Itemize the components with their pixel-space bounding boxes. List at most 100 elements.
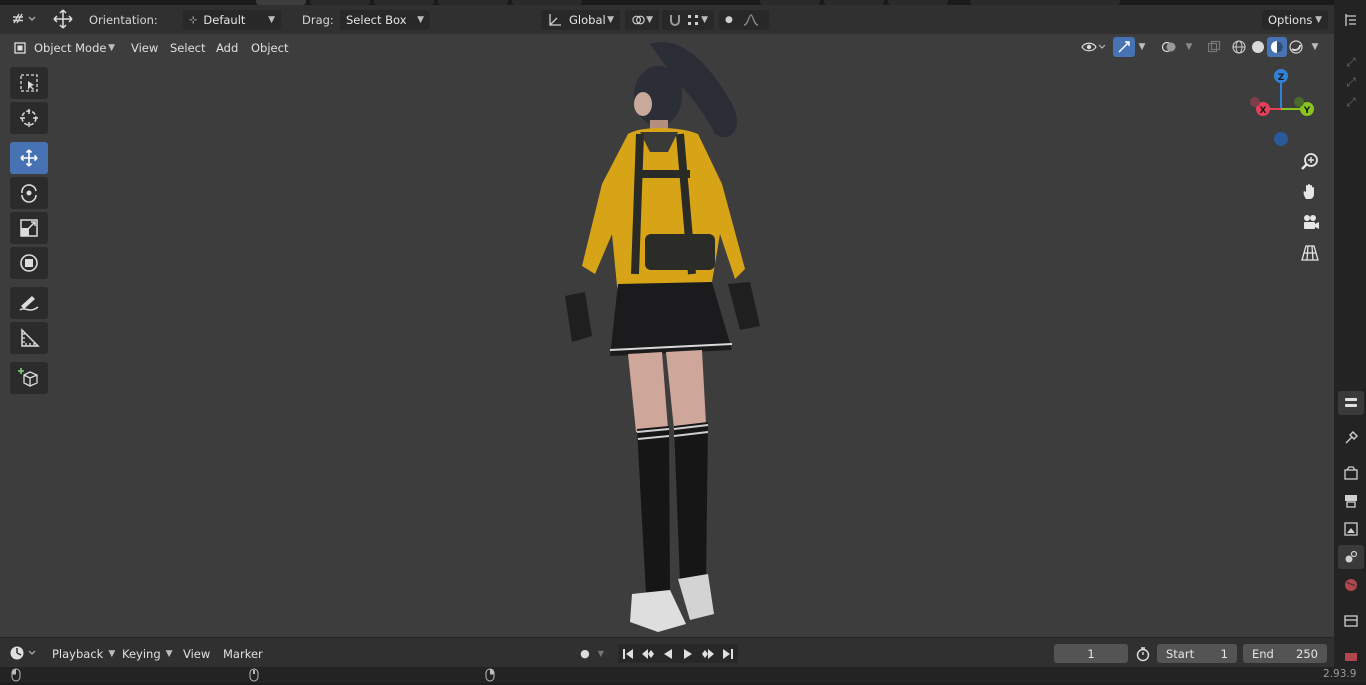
rotate-icon[interactable] xyxy=(10,177,48,209)
overlays-icon[interactable] xyxy=(1158,37,1180,57)
marker-menu[interactable]: Marker xyxy=(219,644,267,663)
properties-toggle-icon[interactable] xyxy=(1338,391,1364,415)
move-tool-icon[interactable] xyxy=(50,7,76,31)
global-axes-icon xyxy=(549,14,561,26)
pivot-icon xyxy=(632,15,645,25)
transform-space-value: Global xyxy=(569,13,606,27)
zoom-icon[interactable] xyxy=(1296,148,1324,176)
transform-orientation-dropdown[interactable]: Global ▼ xyxy=(541,10,620,30)
mouse-middle-icon xyxy=(249,668,259,685)
view-layer-properties-icon[interactable] xyxy=(1338,517,1364,541)
orientation-label: Orientation: xyxy=(89,13,158,27)
scene-properties-icon[interactable] xyxy=(1338,545,1364,569)
pan-hand-icon[interactable] xyxy=(1296,178,1324,206)
mouse-left-icon xyxy=(11,668,21,685)
tool-settings-header: Orientation: ⊹ Default ▼ Drag: Select Bo… xyxy=(0,5,1334,34)
world-properties-icon[interactable] xyxy=(1338,573,1364,597)
falloff-curve-icon xyxy=(743,14,759,26)
current-frame-field[interactable]: 1 xyxy=(1054,644,1128,663)
timeline-header: Playback ▼ Keying ▼ View Marker ● ▼ 1 St… xyxy=(0,637,1334,668)
chevron-down-icon: ▼ xyxy=(165,648,173,659)
chevron-down-icon[interactable]: ▼ xyxy=(1307,37,1323,57)
transform-icon[interactable] xyxy=(10,247,48,279)
pivot-point-dropdown[interactable]: ▼ xyxy=(625,10,659,30)
rendered-shading-icon[interactable] xyxy=(1286,37,1306,57)
jump-end-icon[interactable] xyxy=(718,644,738,663)
playback-menu[interactable]: Playback ▼ xyxy=(48,644,119,663)
proportional-editing-toggle[interactable]: ● xyxy=(719,10,769,30)
annotate-icon[interactable] xyxy=(10,287,48,319)
chevron-down-icon[interactable]: ▼ xyxy=(1135,37,1149,57)
chevron-down-icon: ▼ xyxy=(701,15,708,25)
cursor-icon[interactable] xyxy=(10,102,48,134)
pin-icon[interactable]: ⤢ xyxy=(1346,75,1356,90)
chevron-down-icon[interactable]: ▼ xyxy=(1182,37,1196,57)
gizmo-negative-z[interactable] xyxy=(1274,132,1288,146)
perspective-toggle-icon[interactable] xyxy=(1296,239,1324,267)
scale-icon[interactable] xyxy=(10,212,48,244)
snap-increment-icon xyxy=(688,15,698,25)
visibility-dropdown[interactable] xyxy=(1078,37,1108,57)
measure-icon[interactable] xyxy=(10,322,48,354)
character-model[interactable] xyxy=(540,34,780,637)
record-icon: ● xyxy=(580,647,590,660)
drag-dropdown[interactable]: Select Box ▼ xyxy=(340,10,430,30)
play-icon[interactable] xyxy=(678,644,698,663)
camera-view-icon[interactable] xyxy=(1296,208,1324,236)
texture-properties-icon[interactable] xyxy=(1338,650,1364,664)
render-properties-icon[interactable] xyxy=(1338,461,1364,485)
move-icon[interactable] xyxy=(10,142,48,174)
object-mode-label: Object Mode xyxy=(34,41,107,55)
status-bar: 2.93.9 xyxy=(0,667,1366,683)
timeline-view-menu[interactable]: View xyxy=(179,644,214,663)
editor-type-icon[interactable] xyxy=(8,9,40,29)
object-mode-dropdown[interactable]: Object Mode ▼ xyxy=(8,38,120,58)
solid-shading-icon[interactable] xyxy=(1248,37,1268,57)
snapping-dropdown[interactable]: ▼ xyxy=(662,10,714,30)
gizmo-y-label: Y xyxy=(1303,106,1311,116)
keying-menu[interactable]: Keying ▼ xyxy=(118,644,177,663)
outliner-filter-icon[interactable] xyxy=(1338,8,1364,32)
menu-object[interactable]: Object xyxy=(246,38,293,58)
collection-properties-icon[interactable] xyxy=(1338,609,1364,633)
start-frame-field[interactable]: Start 1 xyxy=(1157,644,1237,663)
preview-range-stopwatch-icon[interactable] xyxy=(1133,644,1153,663)
jump-start-icon[interactable] xyxy=(618,644,638,663)
menu-add[interactable]: Add xyxy=(211,38,243,58)
proportional-dot-icon: ● xyxy=(725,15,733,25)
select-box-icon[interactable] xyxy=(10,67,48,99)
version-label: 2.93.9 xyxy=(1323,668,1357,680)
end-value: 250 xyxy=(1296,646,1318,661)
pin-icon[interactable]: ⤢ xyxy=(1346,95,1356,110)
chevron-down-icon: ▼ xyxy=(108,43,115,53)
auto-keying-toggle[interactable]: ● ▼ xyxy=(573,644,611,663)
tool-settings-icon[interactable] xyxy=(1338,426,1364,450)
jump-keyframe-forward-icon[interactable] xyxy=(698,644,718,663)
magnet-icon xyxy=(670,15,680,26)
wireframe-shading-icon[interactable] xyxy=(1229,37,1249,57)
chevron-down-icon: ▼ xyxy=(417,15,424,25)
output-properties-icon[interactable] xyxy=(1338,489,1364,513)
navigation-gizmo[interactable]: Z Y X xyxy=(1244,66,1324,146)
constraint-icons: ⤢ ⤢ ⤢ xyxy=(1338,52,1364,112)
3d-viewport[interactable]: Object Mode ▼ View Select Add Object ▼ ▼… xyxy=(0,34,1334,637)
options-dropdown[interactable]: Options ▼ xyxy=(1262,10,1328,30)
gizmo-toggle-icon[interactable] xyxy=(1113,37,1135,57)
add-cube-icon[interactable] xyxy=(10,362,48,394)
jump-keyframe-back-icon[interactable] xyxy=(638,644,658,663)
menu-select[interactable]: Select xyxy=(165,38,210,58)
editor-type-clock-icon[interactable] xyxy=(8,643,40,663)
menu-view[interactable]: View xyxy=(126,38,163,58)
end-frame-field[interactable]: End 250 xyxy=(1243,644,1327,663)
gizmo-z-label: Z xyxy=(1278,73,1285,83)
play-reverse-icon[interactable] xyxy=(658,644,678,663)
orientation-value: Default xyxy=(203,13,246,27)
orientation-dropdown[interactable]: ⊹ Default ▼ xyxy=(183,10,281,30)
pin-icon[interactable]: ⤢ xyxy=(1346,55,1356,70)
playback-label: Playback xyxy=(52,646,104,661)
current-frame-value: 1 xyxy=(1087,646,1095,661)
xray-icon[interactable] xyxy=(1204,37,1224,57)
gizmo-x-label: X xyxy=(1260,106,1267,116)
options-label: Options xyxy=(1268,13,1313,27)
material-preview-shading-icon[interactable] xyxy=(1267,37,1287,57)
